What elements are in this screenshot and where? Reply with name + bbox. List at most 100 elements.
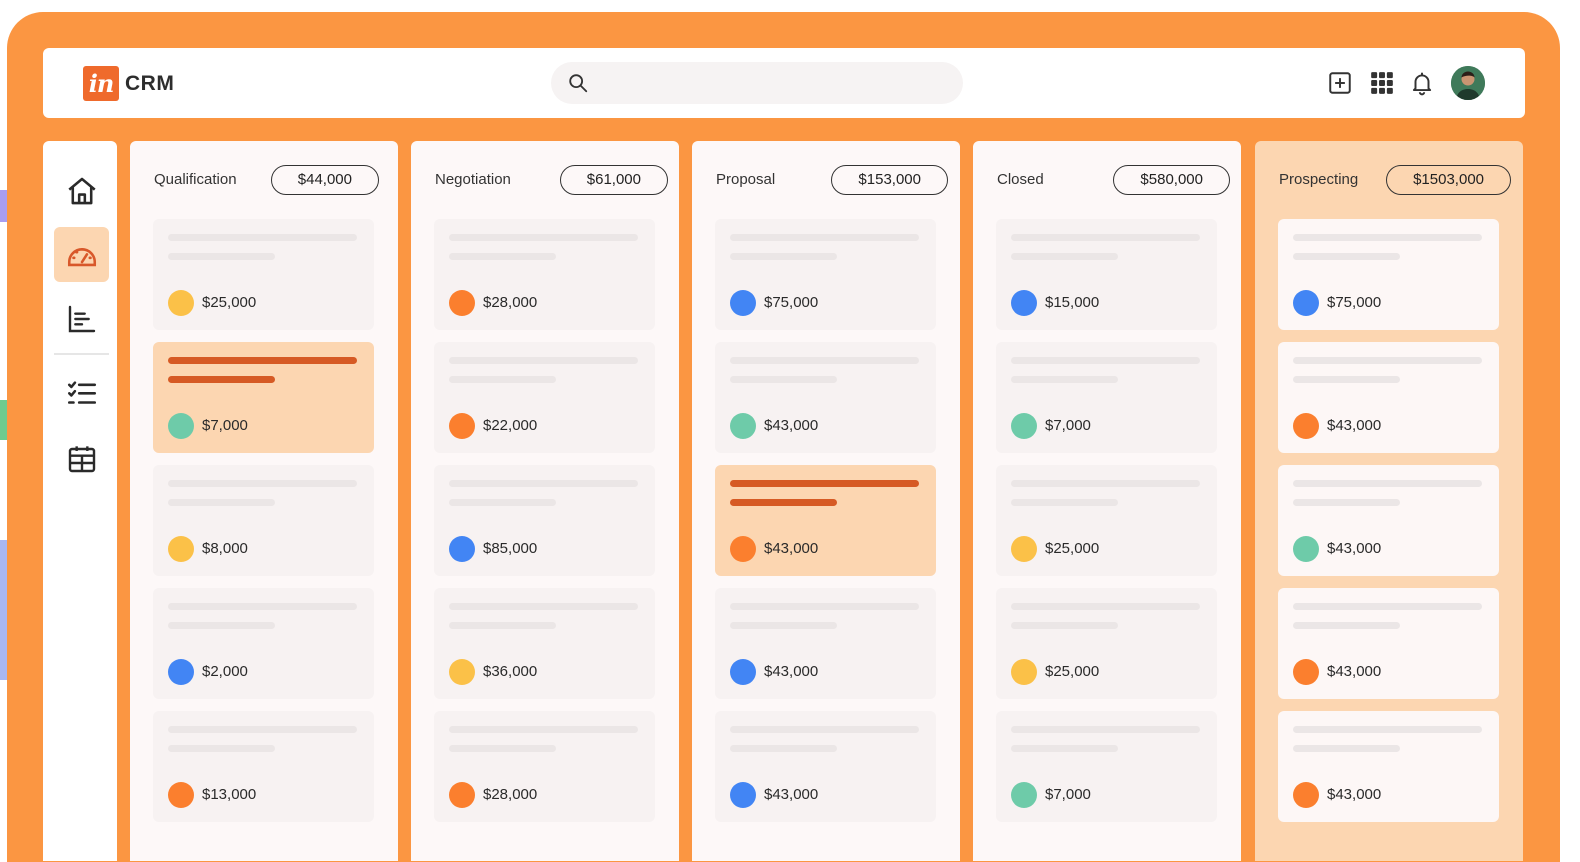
pipeline-column: Qualification $44,000 $25,000 $7,000 $8,000 $… [130,141,398,861]
deal-amount: $25,000 [1045,663,1100,680]
card-line-placeholder [449,253,556,260]
card-line-placeholder [730,480,919,487]
nav-tasks[interactable] [54,366,109,421]
card-line-placeholder [1011,253,1118,260]
card-line-placeholder [730,357,919,364]
dashboard-icon [67,247,96,266]
deal-amount: $85,000 [483,540,538,557]
deal-card[interactable]: $2,000 [153,588,374,699]
card-line-placeholder [1293,253,1400,260]
owner-dot [1011,659,1037,685]
card-line-placeholder [168,622,275,629]
card-line-placeholder [1293,234,1482,241]
deal-card[interactable]: $7,000 [996,711,1217,822]
deal-card[interactable]: $22,000 [434,342,655,453]
top-bar: in CRM [43,48,1525,118]
card-line-placeholder [1293,480,1482,487]
owner-dot [449,413,475,439]
card-line-placeholder [1011,234,1200,241]
card-line-placeholder [168,357,357,364]
deal-card[interactable]: $25,000 [996,588,1217,699]
deal-card[interactable]: $7,000 [996,342,1217,453]
tasks-icon [67,380,96,404]
deal-card[interactable]: $43,000 [715,711,936,822]
nav-home[interactable] [54,163,109,218]
card-line-placeholder [1011,622,1118,629]
column-total-pill[interactable]: $1503,000 [1386,165,1511,195]
card-line-placeholder [168,253,275,260]
deal-card[interactable]: $75,000 [715,219,936,330]
deal-card[interactable]: $43,000 [715,588,936,699]
bell-icon[interactable] [1409,70,1435,96]
apps-grid-icon[interactable] [1369,70,1395,96]
avatar-image [1451,66,1485,100]
deal-amount: $43,000 [1327,663,1382,680]
deal-card[interactable]: $28,000 [434,711,655,822]
nav-reports[interactable] [54,291,109,346]
owner-dot [1011,413,1037,439]
owner-dot [168,782,194,808]
owner-dot [168,659,194,685]
owner-dot [1293,413,1319,439]
deal-amount: $36,000 [483,663,538,680]
deal-amount: $25,000 [202,294,257,311]
card-line-placeholder [449,603,638,610]
nav-dashboard[interactable] [54,227,109,282]
column-title: Qualification [154,171,237,188]
card-line-placeholder [1011,603,1200,610]
column-total-pill[interactable]: $153,000 [831,165,948,195]
owner-dot [1011,536,1037,562]
deal-card[interactable]: $8,000 [153,465,374,576]
owner-dot [168,413,194,439]
deal-card[interactable]: $28,000 [434,219,655,330]
deal-card[interactable]: $7,000 [153,342,374,453]
deal-card[interactable]: $43,000 [1278,465,1499,576]
card-line-placeholder [449,745,556,752]
search-icon [569,74,588,93]
column-total-pill[interactable]: $44,000 [270,165,379,195]
logo[interactable]: in CRM [83,66,174,101]
card-line-placeholder [449,622,556,629]
owner-dot [1011,782,1037,808]
owner-dot [1293,536,1319,562]
card-line-placeholder [449,499,556,506]
deal-card[interactable]: $43,000 [1278,711,1499,822]
card-line-placeholder [449,234,638,241]
deal-card[interactable]: $43,000 [715,342,936,453]
deal-card[interactable]: $43,000 [1278,342,1499,453]
deal-amount: $43,000 [1327,417,1382,434]
deal-amount: $28,000 [483,786,538,803]
deal-card[interactable]: $25,000 [996,465,1217,576]
card-line-placeholder [449,376,556,383]
deal-card[interactable]: $75,000 [1278,219,1499,330]
deal-card[interactable]: $13,000 [153,711,374,822]
deal-card[interactable]: $25,000 [153,219,374,330]
add-icon[interactable] [1327,70,1353,96]
card-line-placeholder [730,603,919,610]
card-line-placeholder [449,480,638,487]
owner-dot [168,290,194,316]
column-total-pill[interactable]: $580,000 [1113,165,1230,195]
owner-dot [168,536,194,562]
search-input[interactable] [601,62,951,104]
home-icon [67,177,96,204]
avatar[interactable] [1451,66,1485,100]
sidebar [43,141,117,861]
nav-calendar[interactable] [54,431,109,486]
deal-card[interactable]: $15,000 [996,219,1217,330]
column-total-pill[interactable]: $61,000 [559,165,668,195]
card-line-placeholder [1011,376,1118,383]
card-line-placeholder [1293,357,1482,364]
card-line-placeholder [730,622,837,629]
card-line-placeholder [168,499,275,506]
owner-dot [1293,659,1319,685]
deal-card[interactable]: $43,000 [715,465,936,576]
owner-dot [449,659,475,685]
deal-amount: $43,000 [764,786,819,803]
deal-card[interactable]: $43,000 [1278,588,1499,699]
card-line-placeholder [1293,726,1482,733]
deal-card[interactable]: $85,000 [434,465,655,576]
search-bar[interactable] [551,62,963,104]
deal-card[interactable]: $36,000 [434,588,655,699]
card-line-placeholder [168,603,357,610]
